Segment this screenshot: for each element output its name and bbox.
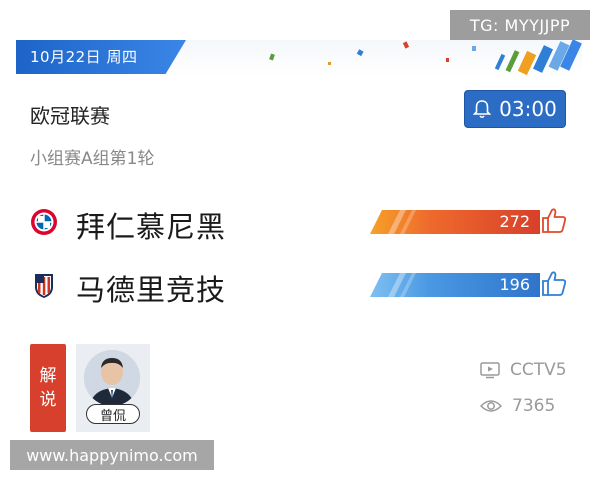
match-round: 小组赛A组第1轮: [30, 149, 155, 169]
vote-count-home: 272: [499, 212, 530, 231]
confetti-decoration: [269, 40, 582, 76]
commentary-tag-char: 说: [39, 390, 57, 410]
vote-count-away: 196: [499, 275, 530, 294]
watermark-bottom: www.happynimo.com: [10, 440, 214, 470]
vote-bar-away: 196: [370, 273, 540, 297]
commentary-tag: 解 说: [30, 344, 66, 432]
reminder-time: 03:00: [499, 97, 557, 121]
atletico-logo-icon: [35, 274, 53, 298]
eye-icon: [480, 400, 502, 412]
commentator-name: 曾侃: [86, 404, 140, 424]
league-name: 欧冠联赛: [30, 104, 110, 128]
view-count-info: 7365: [480, 396, 555, 416]
tv-icon: [480, 362, 500, 379]
view-count: 7365: [512, 396, 556, 416]
date-banner: 10月22日 周四: [16, 40, 582, 76]
bayern-logo-icon: [31, 209, 57, 235]
channel-name: CCTV5: [510, 360, 567, 380]
match-date: 10月22日 周四: [30, 48, 138, 66]
reminder-button[interactable]: 03:00: [464, 90, 566, 128]
commentary-tag-char: 解: [39, 366, 57, 386]
thumbs-up-icon[interactable]: [540, 269, 568, 297]
vote-bar-home: 272: [370, 210, 540, 234]
watermark-top: TG: MYYJJPP: [450, 10, 590, 40]
team-row-away: 马德里竞技 196: [30, 265, 570, 307]
team-name-away: 马德里竞技: [76, 273, 227, 307]
team-row-home: 拜仁慕尼黑 272: [30, 202, 570, 244]
thumbs-up-icon[interactable]: [540, 206, 568, 234]
team-name-home: 拜仁慕尼黑: [76, 210, 227, 244]
bell-icon: [473, 99, 492, 119]
avatar: [84, 350, 140, 406]
commentator-card[interactable]: 曾侃: [76, 344, 150, 432]
channel-info: CCTV5: [480, 360, 567, 380]
